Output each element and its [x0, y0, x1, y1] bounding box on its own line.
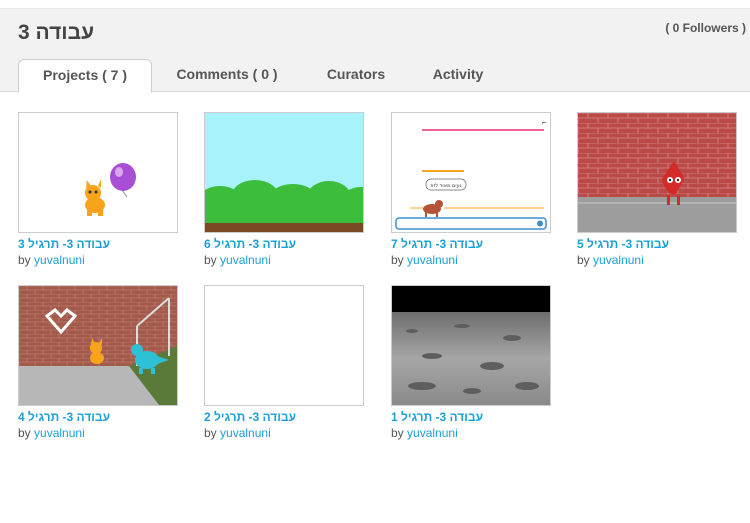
project-thumbnail[interactable]: ⌐ נעים מאוד לזוז [391, 112, 551, 233]
author-link[interactable]: yuvalnuni [407, 253, 458, 267]
project-thumbnail[interactable] [18, 285, 178, 406]
project-title[interactable]: עבודה 3- תרגיל 4 [18, 410, 178, 424]
author-link[interactable]: yuvalnuni [407, 426, 458, 440]
project-title[interactable]: עבודה 3- תרגיל 1 [391, 410, 551, 424]
by-label: by [18, 253, 31, 267]
tab-activity[interactable]: Activity [410, 59, 506, 92]
project-author: by yuvalnuni [577, 253, 737, 267]
moon-surface-thumbnail-image [392, 286, 550, 405]
project-title[interactable]: עבודה 3- תרגיל 5 [577, 237, 737, 251]
author-link[interactable]: yuvalnuni [593, 253, 644, 267]
cat-dinosaur-thumbnail-image [19, 286, 177, 405]
hills-thumbnail-image [205, 113, 363, 232]
author-link[interactable]: yuvalnuni [34, 426, 85, 440]
by-label: by [577, 253, 590, 267]
project-title[interactable]: עבודה 3- תרגיל 3 [18, 237, 178, 251]
project-thumbnail[interactable] [204, 285, 364, 406]
svg-text:⌐: ⌐ [542, 118, 547, 127]
project-thumbnail[interactable] [577, 112, 737, 233]
project-card: עבודה 3- תרגיל 6 by yuvalnuni [204, 112, 364, 267]
project-title[interactable]: עבודה 3- תרגיל 7 [391, 237, 551, 251]
project-card: ⌐ נעים מאוד לזוז עבודה 3- תרגיל 7 by yuv… [391, 112, 551, 267]
project-title[interactable]: עבודה 3- תרגיל 2 [204, 410, 364, 424]
project-author: by yuvalnuni [204, 253, 364, 267]
project-title[interactable]: עבודה 3- תרגיל 6 [204, 237, 364, 251]
cat-balloon-thumbnail-image [19, 113, 177, 232]
project-card: עבודה 3- תרגיל 3 by yuvalnuni [18, 112, 178, 267]
project-author: by yuvalnuni [18, 426, 178, 440]
brick-wall-character-thumbnail-image [578, 113, 736, 232]
dog-dialogue-thumbnail-image: ⌐ נעים מאוד לזוז [392, 113, 550, 232]
by-label: by [391, 253, 404, 267]
project-thumbnail[interactable] [391, 285, 551, 406]
by-label: by [204, 426, 217, 440]
author-link[interactable]: yuvalnuni [220, 253, 271, 267]
project-card: עבודה 3- תרגיל 5 by yuvalnuni [577, 112, 737, 267]
author-link[interactable]: yuvalnuni [34, 253, 85, 267]
studio-header: עבודה 3 ( 0 Followers ) Projects ( 7 ) C… [0, 8, 750, 93]
speech-bubble-text: נעים מאוד לזוז [430, 183, 461, 189]
project-card: עבודה 3- תרגיל 2 by yuvalnuni [204, 285, 364, 440]
project-thumbnail[interactable] [18, 112, 178, 233]
studio-tabs: Projects ( 7 ) Comments ( 0 ) Curators A… [18, 59, 506, 93]
followers-count[interactable]: ( 0 Followers ) [665, 21, 746, 35]
project-author: by yuvalnuni [204, 426, 364, 440]
project-card: עבודה 3- תרגיל 1 by yuvalnuni [391, 285, 551, 440]
studio-title: עבודה 3 [18, 21, 95, 44]
by-label: by [204, 253, 217, 267]
tab-curators[interactable]: Curators [302, 59, 410, 92]
tab-projects[interactable]: Projects ( 7 ) [18, 59, 152, 93]
project-author: by yuvalnuni [18, 253, 178, 267]
by-label: by [18, 426, 31, 440]
project-author: by yuvalnuni [391, 253, 551, 267]
author-link[interactable]: yuvalnuni [220, 426, 271, 440]
blank-thumbnail-image [205, 286, 363, 405]
project-author: by yuvalnuni [391, 426, 551, 440]
project-thumbnail[interactable] [204, 112, 364, 233]
tab-comments[interactable]: Comments ( 0 ) [152, 59, 302, 92]
project-card: עבודה 3- תרגיל 4 by yuvalnuni [18, 285, 178, 440]
by-label: by [391, 426, 404, 440]
